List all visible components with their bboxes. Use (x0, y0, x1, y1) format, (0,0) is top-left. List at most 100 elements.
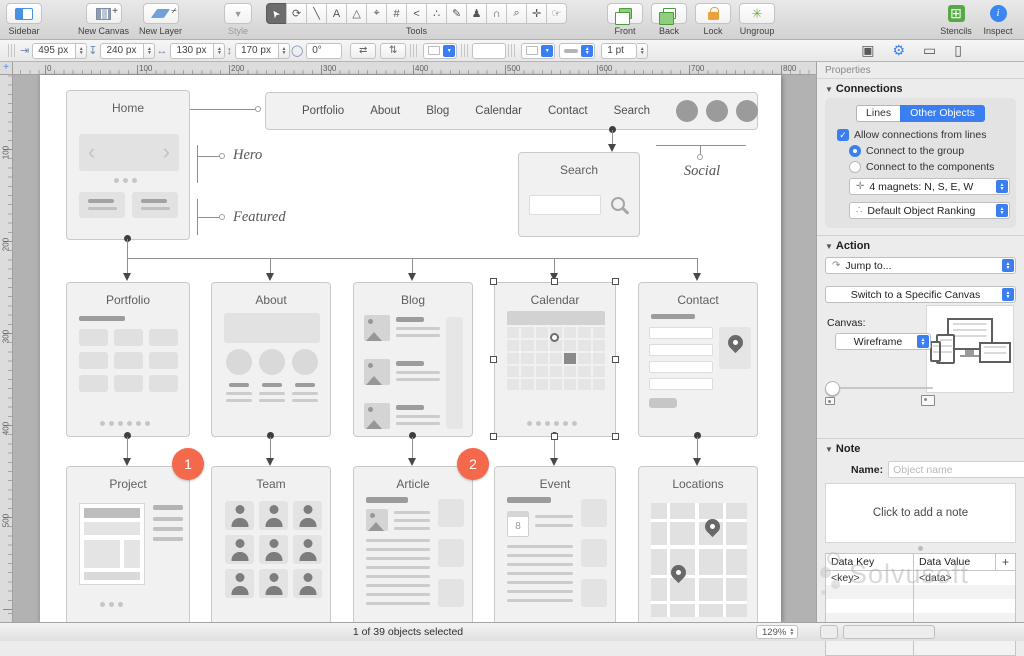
line-tool-icon[interactable] (306, 3, 328, 24)
artboard-tool-icon[interactable] (386, 3, 408, 24)
canvas-page[interactable]: Home ‹ › Portfolio About Blog Calendar C… (40, 75, 781, 622)
add-data-row-button[interactable]: + (995, 554, 1015, 570)
shape-tool-icon[interactable] (286, 3, 308, 24)
magnet-tool-icon[interactable] (486, 3, 508, 24)
canvas-select-dropdown[interactable]: Wireframe ▲ ▼ (835, 333, 931, 350)
selection-tool-icon[interactable] (266, 3, 288, 24)
flip-horizontal-button[interactable]: ⇄ (350, 42, 377, 59)
x-position-field[interactable]: 495 px (32, 42, 77, 59)
inspect-button[interactable]: i Inspect (980, 3, 1016, 36)
flip-vertical-button[interactable]: ⇅ (380, 42, 407, 59)
style-button[interactable]: ▼ Style (224, 3, 253, 36)
diagramming-tool-icon[interactable] (426, 3, 448, 24)
annotation-hero[interactable]: Hero (233, 147, 262, 164)
nav-item[interactable]: Calendar (475, 105, 522, 117)
checkbox-checked-icon[interactable]: ✓ (837, 129, 849, 141)
ungroup-button[interactable]: ✳ Ungroup (739, 3, 776, 36)
data-row[interactable]: <key> <data> (826, 571, 1015, 585)
sitemap-card-project[interactable]: Project (66, 466, 190, 622)
tab-lines[interactable]: Lines (856, 105, 901, 122)
document-inspector-icon[interactable]: ▯ (954, 42, 962, 59)
selection-handle[interactable] (612, 433, 619, 440)
canvas-preview-thumbnail[interactable] (926, 305, 1014, 393)
selection-handle[interactable] (612, 356, 619, 363)
text-tool-icon[interactable] (326, 3, 348, 24)
data-row-empty[interactable] (826, 585, 1015, 599)
shape-style-dropdown[interactable]: ▼ (423, 42, 458, 59)
y-position-field[interactable]: 240 px (100, 42, 145, 59)
preview-scale-slider[interactable] (825, 381, 933, 396)
rubber-stamp-tool-icon[interactable] (466, 3, 488, 24)
style-well-field[interactable] (472, 42, 507, 59)
x-stepper[interactable]: ▲ ▼ (76, 42, 88, 59)
front-button[interactable]: Front (607, 3, 644, 36)
y-stepper[interactable]: ▲ ▼ (144, 42, 156, 59)
connections-section-title[interactable]: ▼ Connections (817, 79, 1024, 98)
canvas-viewport[interactable]: 0 100 200 300 400 500 600 700 800 100 20… (0, 62, 816, 622)
height-stepper[interactable]: ▲ ▼ (278, 42, 290, 59)
sitemap-card-article[interactable]: Article (353, 466, 473, 622)
note-section-title[interactable]: ▼ Note (817, 439, 1024, 458)
annotation-featured[interactable]: Featured (233, 209, 286, 226)
point-editor-tool-icon[interactable] (366, 3, 388, 24)
properties-gear-icon[interactable]: ⚙ (892, 42, 905, 59)
selection-handle[interactable] (551, 278, 558, 285)
rotation-field[interactable]: 0° (306, 42, 343, 59)
selection-handle[interactable] (490, 433, 497, 440)
new-canvas-button[interactable]: New Canvas (78, 3, 129, 36)
tab-other-objects[interactable]: Other Objects (900, 105, 985, 122)
sidebar-button[interactable]: Sidebar (6, 3, 42, 36)
sitemap-card-blog[interactable]: Blog (353, 282, 473, 437)
nav-item[interactable]: Search (614, 105, 650, 117)
sitemap-card-team[interactable]: Team (211, 466, 331, 622)
zoom-control[interactable]: 129% ▲ ▼ (756, 625, 799, 639)
sitemap-card-portfolio[interactable]: Portfolio (66, 282, 190, 437)
selection-handle[interactable] (490, 356, 497, 363)
style-brush-tool-icon[interactable] (446, 3, 468, 24)
sitemap-card-calendar[interactable]: Calendar (494, 282, 616, 437)
inspector-footer-field[interactable] (843, 625, 935, 639)
radio-unselected-icon[interactable] (849, 161, 861, 173)
object-name-input[interactable] (888, 461, 1024, 478)
sitemap-card-home[interactable]: Home ‹ › (66, 90, 190, 240)
action-section-title[interactable]: ▼ Action (817, 236, 1024, 255)
width-stepper[interactable]: ▲ ▼ (214, 42, 226, 59)
stroke-width-stepper[interactable]: ▲ ▼ (637, 42, 649, 59)
nav-item[interactable]: About (370, 105, 400, 117)
new-layer-button[interactable]: New Layer (139, 3, 182, 36)
stroke-style-dropdown[interactable]: ▲ ▼ (559, 42, 596, 59)
sitemap-navbar[interactable]: Portfolio About Blog Calendar Contact Se… (265, 92, 759, 130)
lock-button[interactable]: Lock (695, 3, 732, 36)
selection-handle[interactable] (612, 278, 619, 285)
data-row-empty[interactable] (826, 599, 1015, 613)
nav-item[interactable]: Contact (548, 105, 588, 117)
stroke-width-field[interactable]: 1 pt (601, 42, 638, 59)
width-field[interactable]: 130 px (170, 42, 215, 59)
sitemap-card-search[interactable]: Search (518, 152, 640, 237)
sitemap-card-contact[interactable]: Contact (638, 282, 758, 437)
zoom-tool-icon[interactable] (506, 3, 528, 24)
sitemap-card-locations[interactable]: Locations (638, 466, 758, 622)
pan-tool-icon[interactable] (526, 3, 548, 24)
annotation-social[interactable]: Social (662, 163, 742, 180)
data-row-empty[interactable] (826, 641, 1015, 655)
numbered-badge-1[interactable]: 1 (172, 448, 204, 480)
numbered-badge-2[interactable]: 2 (457, 448, 489, 480)
object-inspector-icon[interactable]: ▣ (861, 42, 874, 59)
browse-tool-icon[interactable] (546, 3, 568, 24)
selection-handle[interactable] (551, 433, 558, 440)
splitter-handle[interactable] (918, 546, 923, 551)
collapse-tools-icon[interactable] (406, 3, 428, 24)
height-field[interactable]: 170 px (234, 42, 279, 59)
sitemap-card-about[interactable]: About (211, 282, 331, 437)
stencils-button[interactable]: ⊞ Stencils (938, 3, 974, 36)
nav-item[interactable]: Portfolio (302, 105, 344, 117)
note-editor[interactable]: Click to add a note (825, 483, 1016, 543)
selection-handle[interactable] (490, 278, 497, 285)
inspector-footer-button[interactable] (820, 625, 838, 639)
pen-tool-icon[interactable] (346, 3, 368, 24)
sitemap-card-event[interactable]: Event 8 (494, 466, 616, 622)
magnets-dropdown[interactable]: ✛ 4 magnets: N, S, E, W ▲ ▼ (849, 178, 1010, 195)
canvas-inspector-icon[interactable]: ▭ (923, 42, 936, 59)
radio-selected-icon[interactable] (849, 145, 861, 157)
